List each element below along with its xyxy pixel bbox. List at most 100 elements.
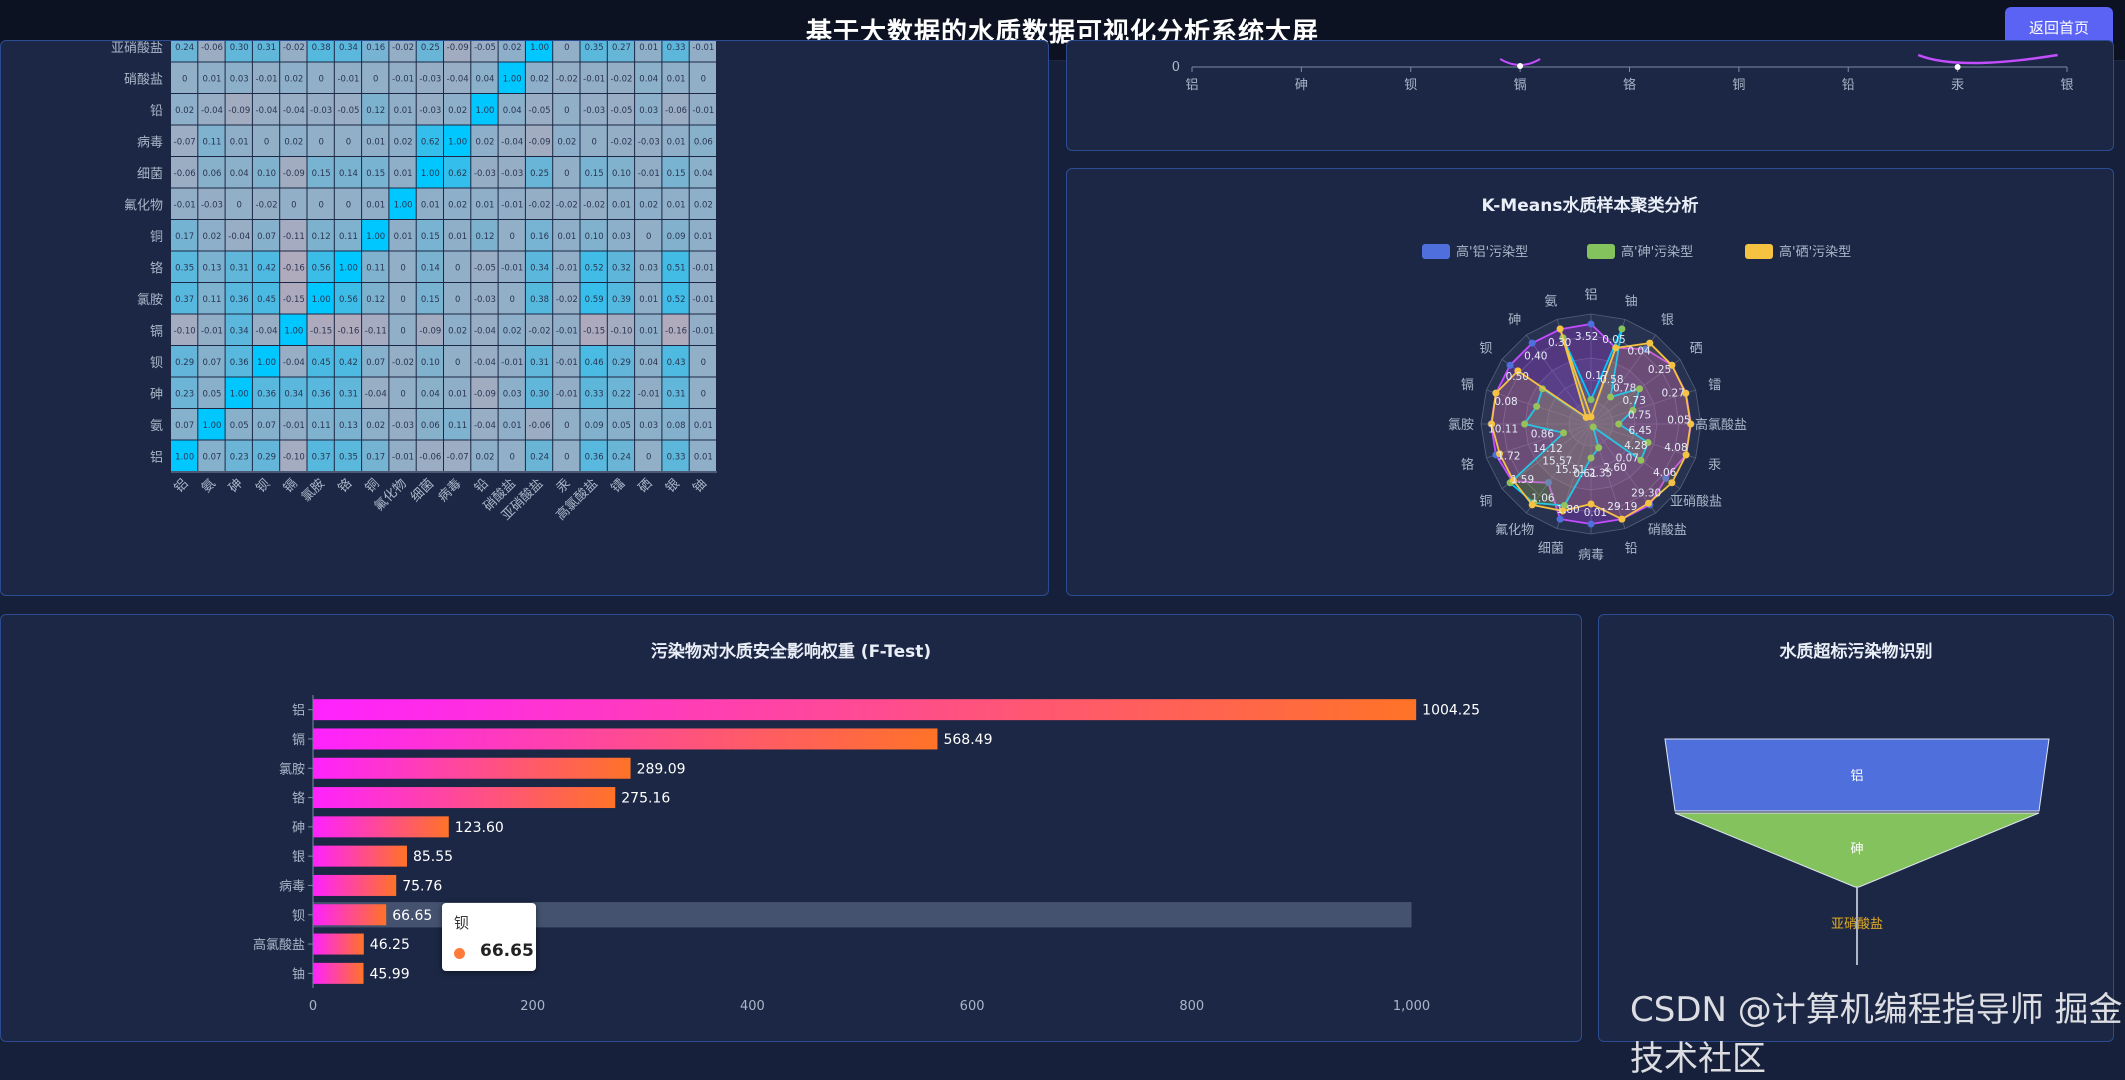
- heatmap-cell-value: -0.01: [692, 106, 714, 116]
- heatmap-cell-value: -0.16: [283, 263, 305, 273]
- heatmap-cell-value: 0.29: [257, 452, 276, 462]
- heatmap-cell-value: -0.05: [474, 263, 496, 273]
- heatmap-cell-value: 0.05: [202, 389, 221, 399]
- radar-value-label: 0.27: [1662, 388, 1685, 400]
- heatmap-cell-value: 0.02: [503, 43, 522, 53]
- heatmap-cell-value: 0.01: [612, 200, 631, 210]
- bar[interactable]: [313, 962, 364, 984]
- radar-value-label: 0.08: [1494, 396, 1517, 408]
- radar-value-label: 6.45: [1628, 425, 1651, 437]
- line-chart-panel: 0铝 砷 钡 镉 铬 铜 铅 汞 银: [1066, 40, 2114, 151]
- bar[interactable]: [313, 787, 616, 809]
- heatmap-cell-value: 0.01: [448, 232, 467, 242]
- heatmap-cell-value: -0.01: [556, 389, 578, 399]
- funnel-panel: 水质超标污染物识别 铝砷亚硝酸盐: [1598, 614, 2114, 1042]
- x-tick-label: 0: [309, 999, 317, 1014]
- bar-value-label: 46.25: [370, 937, 410, 953]
- heatmap-cell-value: 0: [510, 232, 515, 242]
- heatmap-cell-value: 0: [646, 452, 651, 462]
- heatmap-cell-value: 0.34: [230, 326, 249, 336]
- bar[interactable]: [313, 874, 397, 896]
- legend-label[interactable]: 高'硒'污染型: [1779, 244, 1851, 260]
- heatmap-cell-value: 0: [400, 263, 405, 273]
- heatmap-cell-value: 0: [182, 74, 187, 84]
- heatmap-cell-value: 0.01: [475, 200, 494, 210]
- heatmap-cell-value: 1.00: [503, 74, 522, 84]
- heatmap-cell-value: 0.01: [667, 137, 686, 147]
- bar[interactable]: [313, 933, 364, 955]
- heatmap-cell-value: -0.09: [447, 43, 469, 53]
- heatmap-cell-value: 0: [264, 137, 269, 147]
- heatmap-row-label: 硝酸盐: [124, 72, 163, 87]
- heatmap-cell-value: 0.22: [612, 389, 631, 399]
- x-tick-label: 镉: [1514, 77, 1527, 93]
- heatmap-cell-value: 0.04: [639, 358, 658, 368]
- legend-label[interactable]: 高'铝'污染型: [1456, 244, 1528, 260]
- heatmap-cell-value: 0.03: [612, 232, 631, 242]
- bar[interactable]: [313, 757, 631, 779]
- heatmap-cell-value: -0.03: [638, 137, 660, 147]
- heatmap-cell-value: -0.02: [610, 74, 632, 84]
- legend-swatch[interactable]: [1422, 244, 1450, 259]
- heatmap-cell-value: 0.35: [175, 263, 194, 273]
- heatmap-cell-value: -0.02: [556, 200, 578, 210]
- bar[interactable]: [313, 816, 449, 838]
- heatmap-col-label: 铀: [690, 476, 710, 496]
- radar-axis-label: 细菌: [1538, 542, 1564, 557]
- bar-tooltip: 钡 66.65: [442, 903, 536, 971]
- heatmap-cell-value: 0: [455, 295, 460, 305]
- heatmap-cell-value: -0.01: [692, 43, 714, 53]
- heatmap-cell-value: 0.01: [694, 421, 713, 431]
- heatmap-cell-value: -0.04: [474, 326, 496, 336]
- heatmap-cell-value: -0.02: [283, 43, 305, 53]
- heatmap-cell-value: -0.05: [610, 106, 632, 116]
- heatmap-cell-value: 0.06: [694, 137, 713, 147]
- bar[interactable]: [313, 699, 1417, 721]
- heatmap-cell-value: 0.29: [175, 358, 194, 368]
- bar[interactable]: [313, 728, 938, 750]
- heatmap-cell-value: 0.12: [366, 106, 385, 116]
- radar-value-label: 4.28: [1624, 440, 1647, 452]
- radar-value-label: 0.73: [1623, 395, 1646, 407]
- heatmap-cell-value: 0: [400, 295, 405, 305]
- radar-point: [1618, 515, 1626, 523]
- legend-swatch[interactable]: [1587, 244, 1615, 259]
- radar-axis-label: 砷: [1508, 313, 1521, 328]
- heatmap-cell-value: 0.23: [175, 389, 194, 399]
- legend-swatch[interactable]: [1745, 244, 1773, 259]
- heatmap-col-label: 硒: [636, 476, 656, 496]
- heatmap-cell-value: 0.04: [639, 74, 658, 84]
- legend-label[interactable]: 高'砷'污染型: [1621, 244, 1693, 260]
- radar-axis-label: 铝: [1584, 288, 1597, 303]
- x-tick-label: 400: [740, 999, 765, 1014]
- heatmap-col-label: 镉: [280, 476, 301, 497]
- bar-category-label: 镉: [292, 732, 305, 748]
- heatmap-cell-value: -0.02: [556, 74, 578, 84]
- radar-axis-label: 铅: [1625, 542, 1638, 557]
- heatmap-cell-value: 0.01: [667, 74, 686, 84]
- radar-value-label: 0.78: [1613, 383, 1636, 395]
- heatmap-cell-value: 0.14: [421, 263, 440, 273]
- radar-axis-label: 铀: [1625, 294, 1638, 309]
- heatmap-cell-value: -0.07: [174, 137, 196, 147]
- heatmap-cell-value: -0.06: [665, 106, 687, 116]
- heatmap-cell-value: 0.02: [503, 326, 522, 336]
- heatmap-cell-value: 0: [564, 169, 569, 179]
- heatmap-cell-value: 0.02: [475, 452, 494, 462]
- bar[interactable]: [313, 904, 387, 926]
- bar[interactable]: [313, 845, 407, 867]
- heatmap-cell-value: -0.04: [283, 358, 305, 368]
- heatmap-cell-value: -0.02: [556, 295, 578, 305]
- heatmap-cell-value: -0.01: [692, 326, 714, 336]
- heatmap-cell-value: 0.01: [394, 106, 413, 116]
- heatmap-cell-value: 0.15: [366, 169, 385, 179]
- x-tick-label: 银: [2060, 78, 2073, 93]
- heatmap-cell-value: 1.00: [202, 421, 221, 431]
- heatmap-cell-value: -0.01: [174, 200, 196, 210]
- heatmap-cell-value: 0.04: [694, 169, 713, 179]
- heatmap-cell-value: 0.34: [284, 389, 303, 399]
- heatmap-cell-value: 0.02: [366, 421, 385, 431]
- heatmap-cell-value: 0.37: [175, 295, 194, 305]
- funnel-label: 亚硝酸盐: [1831, 917, 1883, 932]
- bar-category-label: 铬: [292, 791, 305, 807]
